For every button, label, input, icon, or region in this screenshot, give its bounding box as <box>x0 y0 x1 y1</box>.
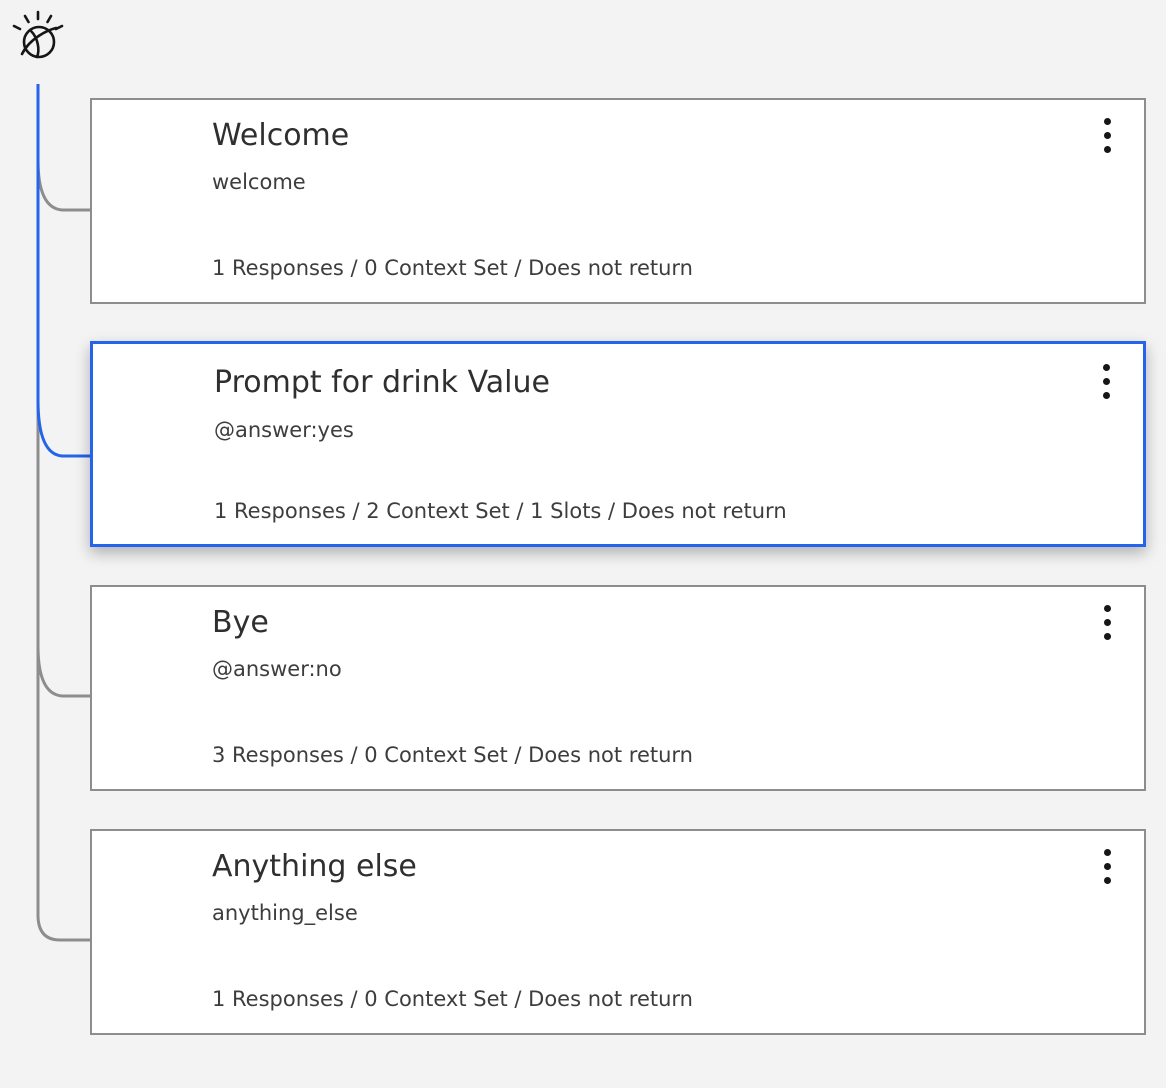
node-title: Welcome <box>212 118 350 153</box>
node-title: Bye <box>212 605 269 640</box>
overflow-menu-vertical-icon[interactable] <box>1095 362 1119 402</box>
node-condition: @answer:yes <box>214 418 354 442</box>
node-condition: @answer:no <box>212 657 342 681</box>
node-title: Prompt for drink Value <box>214 365 550 400</box>
node-summary: 1 Responses / 0 Context Set / Does not r… <box>212 987 693 1011</box>
menu-dot <box>1104 118 1111 125</box>
node-condition: anything_else <box>212 901 358 925</box>
dialog-node-prompt-for-drink[interactable]: Prompt for drink Value @answer:yes 1 Res… <box>90 341 1146 547</box>
dialog-node-bye[interactable]: Bye @answer:no 3 Responses / 0 Context S… <box>90 585 1146 791</box>
ibm-watson-logo-icon <box>12 10 64 59</box>
node-title: Anything else <box>212 849 417 884</box>
overflow-menu-vertical-icon[interactable] <box>1096 603 1120 643</box>
menu-dot <box>1104 605 1111 612</box>
dialog-node-welcome[interactable]: Welcome welcome 1 Responses / 0 Context … <box>90 98 1146 304</box>
menu-dot <box>1104 863 1111 870</box>
node-summary: 3 Responses / 0 Context Set / Does not r… <box>212 743 693 767</box>
overflow-menu-vertical-icon[interactable] <box>1096 116 1120 156</box>
menu-dot <box>1103 364 1110 371</box>
menu-dot <box>1104 619 1111 626</box>
menu-dot <box>1103 392 1110 399</box>
menu-dot <box>1104 849 1111 856</box>
overflow-menu-vertical-icon[interactable] <box>1096 847 1120 887</box>
menu-dot <box>1104 877 1111 884</box>
node-summary: 1 Responses / 2 Context Set / 1 Slots / … <box>214 499 787 523</box>
menu-dot <box>1104 132 1111 139</box>
dialog-node-anything-else[interactable]: Anything else anything_else 1 Responses … <box>90 829 1146 1035</box>
dialog-tree: Welcome welcome 1 Responses / 0 Context … <box>0 0 1166 1088</box>
menu-dot <box>1104 633 1111 640</box>
node-summary: 1 Responses / 0 Context Set / Does not r… <box>212 256 693 280</box>
menu-dot <box>1104 146 1111 153</box>
node-condition: welcome <box>212 170 306 194</box>
menu-dot <box>1103 378 1110 385</box>
